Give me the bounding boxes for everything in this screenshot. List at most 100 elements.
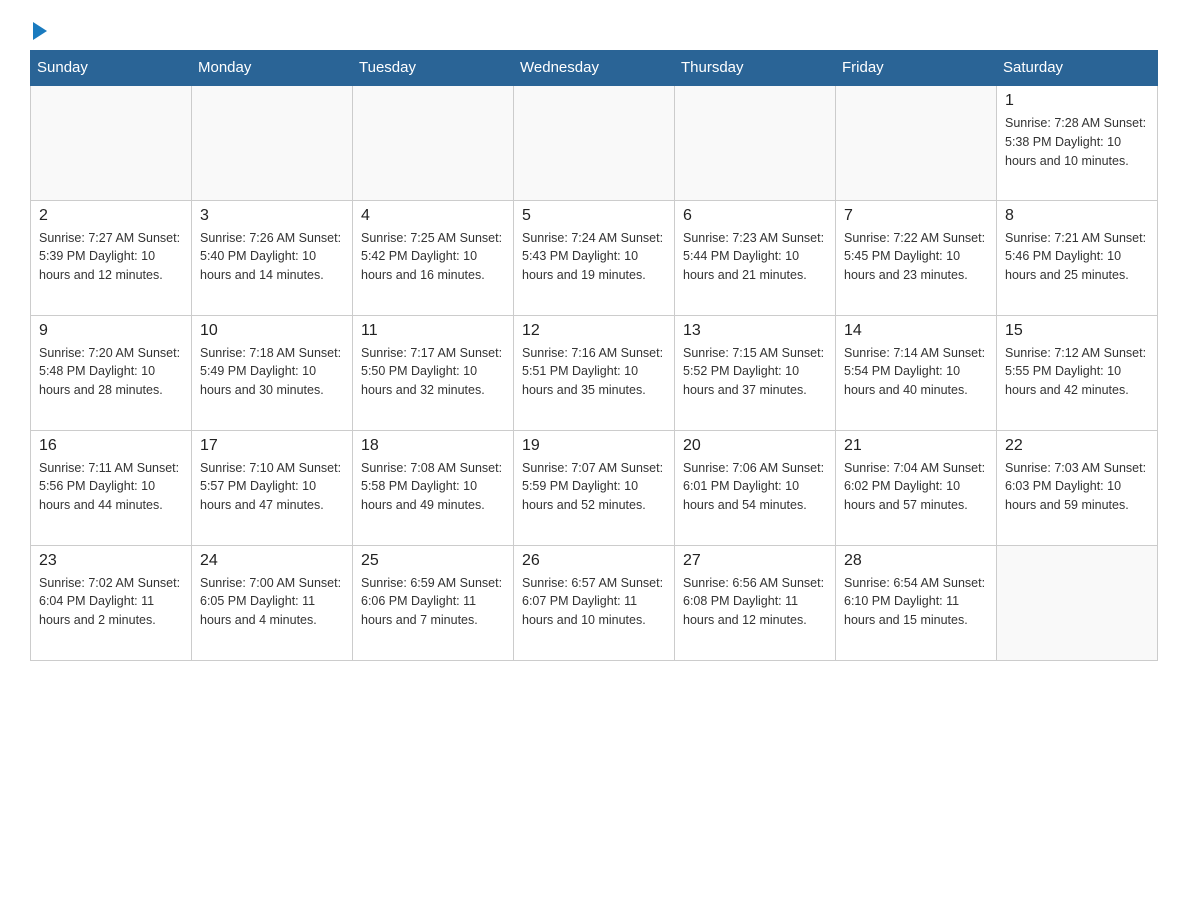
calendar-day-cell xyxy=(836,85,997,200)
day-number: 28 xyxy=(844,552,988,570)
calendar-week-row: 2 Sunrise: 7:27 AM Sunset: 5:39 PM Daylig… xyxy=(31,200,1158,315)
calendar-day-cell: 20 Sunrise: 7:06 AM Sunset: 6:01 PM Dayli… xyxy=(675,430,836,545)
calendar-day-cell: 26 Sunrise: 6:57 AM Sunset: 6:07 PM Dayli… xyxy=(514,545,675,660)
day-info: Sunrise: 7:04 AM Sunset: 6:02 PM Dayligh… xyxy=(844,459,988,515)
day-number: 8 xyxy=(1005,207,1149,225)
day-info: Sunrise: 7:02 AM Sunset: 6:04 PM Dayligh… xyxy=(39,574,183,630)
calendar-day-cell: 22 Sunrise: 7:03 AM Sunset: 6:03 PM Dayli… xyxy=(997,430,1158,545)
calendar-day-cell: 9 Sunrise: 7:20 AM Sunset: 5:48 PM Daylig… xyxy=(31,315,192,430)
calendar-day-cell xyxy=(192,85,353,200)
day-number: 5 xyxy=(522,207,666,225)
calendar-day-cell xyxy=(353,85,514,200)
day-info: Sunrise: 6:57 AM Sunset: 6:07 PM Dayligh… xyxy=(522,574,666,630)
day-number: 21 xyxy=(844,437,988,455)
day-info: Sunrise: 7:24 AM Sunset: 5:43 PM Dayligh… xyxy=(522,229,666,285)
calendar-day-cell: 5 Sunrise: 7:24 AM Sunset: 5:43 PM Daylig… xyxy=(514,200,675,315)
day-number: 1 xyxy=(1005,92,1149,110)
day-number: 22 xyxy=(1005,437,1149,455)
day-info: Sunrise: 7:11 AM Sunset: 5:56 PM Dayligh… xyxy=(39,459,183,515)
calendar-day-cell: 25 Sunrise: 6:59 AM Sunset: 6:06 PM Dayli… xyxy=(353,545,514,660)
day-number: 23 xyxy=(39,552,183,570)
day-number: 19 xyxy=(522,437,666,455)
calendar-day-cell: 15 Sunrise: 7:12 AM Sunset: 5:55 PM Dayli… xyxy=(997,315,1158,430)
calendar-day-cell: 24Sunrise: 7:00 AM Sunset: 6:05 PM Dayli… xyxy=(192,545,353,660)
calendar-week-row: 16 Sunrise: 7:11 AM Sunset: 5:56 PM Dayli… xyxy=(31,430,1158,545)
day-info: Sunrise: 7:18 AM Sunset: 5:49 PM Dayligh… xyxy=(200,344,344,400)
day-of-week-header: Friday xyxy=(836,51,997,86)
day-number: 27 xyxy=(683,552,827,570)
calendar-day-cell: 21 Sunrise: 7:04 AM Sunset: 6:02 PM Dayli… xyxy=(836,430,997,545)
day-number: 11 xyxy=(361,322,505,340)
day-info: Sunrise: 7:21 AM Sunset: 5:46 PM Dayligh… xyxy=(1005,229,1149,285)
day-info: Sunrise: 7:06 AM Sunset: 6:01 PM Dayligh… xyxy=(683,459,827,515)
day-info: Sunrise: 7:16 AM Sunset: 5:51 PM Dayligh… xyxy=(522,344,666,400)
day-info: Sunrise: 6:56 AM Sunset: 6:08 PM Dayligh… xyxy=(683,574,827,630)
day-info: Sunrise: 7:07 AM Sunset: 5:59 PM Dayligh… xyxy=(522,459,666,515)
day-number: 20 xyxy=(683,437,827,455)
day-number: 26 xyxy=(522,552,666,570)
day-info: Sunrise: 7:00 AM Sunset: 6:05 PM Dayligh… xyxy=(200,574,344,630)
day-of-week-header: Sunday xyxy=(31,51,192,86)
calendar-day-cell: 18Sunrise: 7:08 AM Sunset: 5:58 PM Dayli… xyxy=(353,430,514,545)
day-info: Sunrise: 7:03 AM Sunset: 6:03 PM Dayligh… xyxy=(1005,459,1149,515)
day-info: Sunrise: 7:20 AM Sunset: 5:48 PM Dayligh… xyxy=(39,344,183,400)
calendar-header-row: SundayMondayTuesdayWednesdayThursdayFrid… xyxy=(31,51,1158,86)
calendar-week-row: 9 Sunrise: 7:20 AM Sunset: 5:48 PM Daylig… xyxy=(31,315,1158,430)
calendar-day-cell xyxy=(997,545,1158,660)
calendar-day-cell: 10 Sunrise: 7:18 AM Sunset: 5:49 PM Dayli… xyxy=(192,315,353,430)
calendar-day-cell: 12 Sunrise: 7:16 AM Sunset: 5:51 PM Dayli… xyxy=(514,315,675,430)
calendar-day-cell: 3 Sunrise: 7:26 AM Sunset: 5:40 PM Daylig… xyxy=(192,200,353,315)
day-info: Sunrise: 7:28 AM Sunset: 5:38 PM Dayligh… xyxy=(1005,114,1149,170)
day-info: Sunrise: 7:26 AM Sunset: 5:40 PM Dayligh… xyxy=(200,229,344,285)
day-number: 9 xyxy=(39,322,183,340)
calendar-day-cell: 6 Sunrise: 7:23 AM Sunset: 5:44 PM Daylig… xyxy=(675,200,836,315)
calendar-day-cell: 14 Sunrise: 7:14 AM Sunset: 5:54 PM Dayli… xyxy=(836,315,997,430)
day-info: Sunrise: 7:25 AM Sunset: 5:42 PM Dayligh… xyxy=(361,229,505,285)
day-number: 7 xyxy=(844,207,988,225)
day-of-week-header: Thursday xyxy=(675,51,836,86)
day-info: Sunrise: 7:14 AM Sunset: 5:54 PM Dayligh… xyxy=(844,344,988,400)
calendar-table: SundayMondayTuesdayWednesdayThursdayFrid… xyxy=(30,50,1158,661)
calendar-day-cell: 13 Sunrise: 7:15 AM Sunset: 5:52 PM Dayli… xyxy=(675,315,836,430)
day-number: 6 xyxy=(683,207,827,225)
day-info: Sunrise: 6:59 AM Sunset: 6:06 PM Dayligh… xyxy=(361,574,505,630)
calendar-day-cell: 16 Sunrise: 7:11 AM Sunset: 5:56 PM Dayli… xyxy=(31,430,192,545)
calendar-day-cell: 4 Sunrise: 7:25 AM Sunset: 5:42 PM Daylig… xyxy=(353,200,514,315)
day-number: 10 xyxy=(200,322,344,340)
page-header xyxy=(30,20,1158,40)
day-number: 12 xyxy=(522,322,666,340)
day-number: 15 xyxy=(1005,322,1149,340)
calendar-day-cell: 28Sunrise: 6:54 AM Sunset: 6:10 PM Dayli… xyxy=(836,545,997,660)
day-number: 14 xyxy=(844,322,988,340)
calendar-day-cell: 17 Sunrise: 7:10 AM Sunset: 5:57 PM Dayli… xyxy=(192,430,353,545)
day-number: 16 xyxy=(39,437,183,455)
day-info: Sunrise: 7:10 AM Sunset: 5:57 PM Dayligh… xyxy=(200,459,344,515)
day-of-week-header: Tuesday xyxy=(353,51,514,86)
calendar-day-cell xyxy=(31,85,192,200)
calendar-day-cell: 23 Sunrise: 7:02 AM Sunset: 6:04 PM Dayli… xyxy=(31,545,192,660)
day-info: Sunrise: 7:23 AM Sunset: 5:44 PM Dayligh… xyxy=(683,229,827,285)
day-info: Sunrise: 7:12 AM Sunset: 5:55 PM Dayligh… xyxy=(1005,344,1149,400)
day-info: Sunrise: 7:15 AM Sunset: 5:52 PM Dayligh… xyxy=(683,344,827,400)
calendar-day-cell xyxy=(514,85,675,200)
calendar-day-cell: 8 Sunrise: 7:21 AM Sunset: 5:46 PM Daylig… xyxy=(997,200,1158,315)
day-number: 17 xyxy=(200,437,344,455)
calendar-day-cell: 11 Sunrise: 7:17 AM Sunset: 5:50 PM Dayli… xyxy=(353,315,514,430)
calendar-day-cell: 7 Sunrise: 7:22 AM Sunset: 5:45 PM Daylig… xyxy=(836,200,997,315)
calendar-day-cell: 27 Sunrise: 6:56 AM Sunset: 6:08 PM Dayli… xyxy=(675,545,836,660)
day-info: Sunrise: 7:17 AM Sunset: 5:50 PM Dayligh… xyxy=(361,344,505,400)
calendar-day-cell xyxy=(675,85,836,200)
logo xyxy=(30,20,47,40)
day-info: Sunrise: 7:22 AM Sunset: 5:45 PM Dayligh… xyxy=(844,229,988,285)
day-number: 25 xyxy=(361,552,505,570)
day-of-week-header: Wednesday xyxy=(514,51,675,86)
day-number: 13 xyxy=(683,322,827,340)
day-info: Sunrise: 7:27 AM Sunset: 5:39 PM Dayligh… xyxy=(39,229,183,285)
calendar-day-cell: 2 Sunrise: 7:27 AM Sunset: 5:39 PM Daylig… xyxy=(31,200,192,315)
day-number: 2 xyxy=(39,207,183,225)
day-number: 3 xyxy=(200,207,344,225)
calendar-day-cell: 1 Sunrise: 7:28 AM Sunset: 5:38 PM Daylig… xyxy=(997,85,1158,200)
day-number: 18 xyxy=(361,437,505,455)
day-number: 4 xyxy=(361,207,505,225)
calendar-week-row: 23 Sunrise: 7:02 AM Sunset: 6:04 PM Dayli… xyxy=(31,545,1158,660)
